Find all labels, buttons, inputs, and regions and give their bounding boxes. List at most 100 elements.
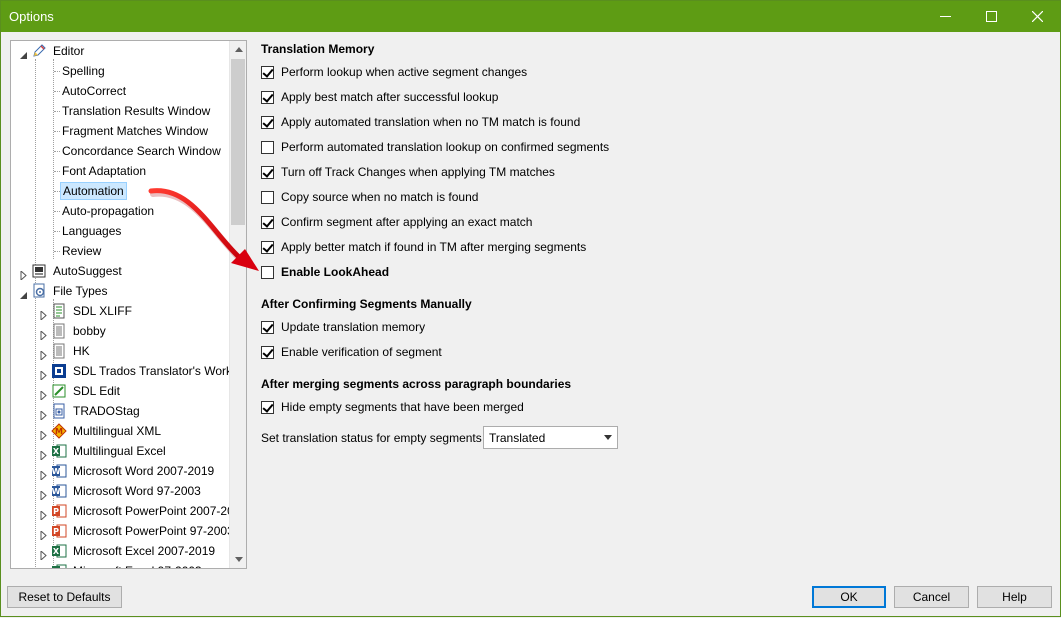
tree-item-languages[interactable]: Languages [11, 222, 229, 240]
apply-automated-translation-when-no-tm-match-is-found-checkbox[interactable] [261, 115, 274, 129]
tree-item-auto-propagation[interactable]: Auto-propagation [11, 202, 229, 220]
excel-icon: X [51, 543, 67, 559]
option-apply-automated-translation-when-no-tm-match-is-found[interactable]: Apply automated translation when no TM m… [261, 114, 580, 130]
tree-item-microsoft-excel-2007-2019[interactable]: X Microsoft Excel 2007-2019 [11, 542, 229, 562]
scroll-thumb[interactable] [231, 59, 245, 225]
tree-expand-icon[interactable] [39, 527, 48, 542]
tree-item-fragment-matches-window[interactable]: Fragment Matches Window [11, 122, 229, 140]
tree-item-microsoft-word-97-2003[interactable]: W Microsoft Word 97-2003 [11, 482, 229, 502]
copy-source-when-no-match-is-found-checkbox[interactable] [261, 190, 274, 204]
minimize-button[interactable] [922, 1, 968, 32]
tree-item-label: Review [62, 244, 102, 258]
tree-item-concordance-search-window[interactable]: Concordance Search Window [11, 142, 229, 160]
option-enable-lookahead[interactable]: Enable LookAhead [261, 264, 389, 280]
tree-item-translation-results-window[interactable]: Translation Results Window [11, 102, 229, 120]
maximize-button[interactable] [968, 1, 1014, 32]
xml-icon: M [51, 423, 67, 439]
word-icon: W [51, 483, 67, 499]
option-enable-verification-of-segment[interactable]: Enable verification of segment [261, 344, 442, 360]
enable-verification-of-segment-checkbox[interactable] [261, 345, 274, 359]
window-title: Options [9, 9, 54, 24]
scroll-up-button[interactable] [230, 41, 246, 58]
tree-expand-icon[interactable] [39, 467, 48, 482]
tree-expand-icon[interactable] [39, 507, 48, 522]
tree-item-microsoft-powerpoint-2007-20[interactable]: P Microsoft PowerPoint 2007-20 [11, 502, 229, 522]
tree-expand-icon[interactable] [39, 427, 48, 442]
tree-item-microsoft-word-2007-2019[interactable]: W Microsoft Word 2007-2019 [11, 462, 229, 482]
tree-item-microsoft-excel-97-2003[interactable]: X Microsoft Excel 97-2003 [11, 562, 229, 568]
tree-item-spelling[interactable]: Spelling [11, 62, 229, 80]
reset-defaults-button[interactable]: Reset to Defaults [7, 586, 122, 608]
enable-lookahead-checkbox[interactable] [261, 265, 274, 279]
apply-best-match-after-successful-lookup-checkbox[interactable] [261, 90, 274, 104]
tree-item-automation[interactable]: Automation [11, 182, 229, 200]
svg-text:X: X [53, 447, 60, 456]
powerpoint-icon: P [51, 503, 67, 519]
help-button[interactable]: Help [977, 586, 1052, 608]
perform-automated-translation-lookup-on-confirmed-segments-checkbox[interactable] [261, 140, 274, 154]
tree-item-review[interactable]: Review [11, 242, 229, 260]
maximize-icon [985, 11, 997, 22]
option-apply-best-match-after-successful-lookup[interactable]: Apply best match after successful lookup [261, 89, 498, 105]
update-translation-memory-checkbox[interactable] [261, 320, 274, 334]
option-perform-automated-translation-lookup-on-confirmed-segments[interactable]: Perform automated translation lookup on … [261, 139, 609, 155]
minimize-icon [939, 16, 951, 17]
tree-item-label: SDL Edit [73, 384, 120, 398]
hide-empty-segments-that-have-been-merged-checkbox[interactable] [261, 400, 274, 414]
tree-item-bobby[interactable]: bobby [11, 322, 229, 342]
tree-item-multilingual-excel[interactable]: X Multilingual Excel [11, 442, 229, 462]
tree-expand-icon[interactable] [39, 547, 48, 562]
scroll-down-button[interactable] [230, 551, 246, 568]
excel-icon: X [51, 443, 67, 459]
tree-expand-icon[interactable] [39, 347, 48, 362]
option-apply-better-match-if-found-in-tm-after-merging-segments[interactable]: Apply better match if found in TM after … [261, 239, 586, 255]
tree-expand-icon[interactable] [39, 407, 48, 422]
tree-expand-icon[interactable] [39, 327, 48, 342]
tree-expand-icon[interactable] [39, 447, 48, 462]
option-update-translation-memory[interactable]: Update translation memory [261, 319, 425, 335]
tree-item-file-types[interactable]: File Types [11, 282, 229, 300]
svg-text:M: M [55, 427, 63, 436]
option-hide-empty-segments-that-have-been-merged[interactable]: Hide empty segments that have been merge… [261, 399, 524, 415]
tree-item-sdl-edit[interactable]: SDL Edit [11, 382, 229, 402]
tree-item-hk[interactable]: HK [11, 342, 229, 362]
tree-item-microsoft-powerpoint-97-2003[interactable]: P Microsoft PowerPoint 97-2003 [11, 522, 229, 542]
powerpoint-icon: P [51, 523, 67, 539]
tree-item-editor[interactable]: Editor [11, 42, 229, 60]
chevron-down-icon [604, 435, 612, 440]
tree-item-sdl-trados-translator-s-workb[interactable]: SDL Trados Translator's Workb [11, 362, 229, 382]
tree-item-font-adaptation[interactable]: Font Adaptation [11, 162, 229, 180]
tree-item-autocorrect[interactable]: AutoCorrect [11, 82, 229, 100]
title-bar: Options [1, 1, 1060, 32]
tree-collapse-icon[interactable] [19, 287, 28, 299]
after-confirming-heading: After Confirming Segments Manually [261, 297, 472, 311]
tree-expand-icon[interactable] [39, 567, 48, 568]
apply-better-match-if-found-in-tm-after-merging-segments-checkbox[interactable] [261, 240, 274, 254]
turn-off-track-changes-when-applying-tm-matches-checkbox[interactable] [261, 165, 274, 179]
tree-expand-icon[interactable] [39, 367, 48, 382]
tree-expand-icon[interactable] [39, 307, 48, 322]
tree-item-tradostag[interactable]: TRADOStag [11, 402, 229, 422]
option-confirm-segment-after-applying-an-exact-match[interactable]: Confirm segment after applying an exact … [261, 214, 532, 230]
translation-status-select[interactable]: Translated [483, 426, 618, 449]
tree-collapse-icon[interactable] [19, 47, 28, 59]
tree-item-label: Microsoft Word 97-2003 [73, 484, 201, 498]
tree-expand-icon[interactable] [19, 267, 28, 282]
tree-item-multilingual-xml[interactable]: M Multilingual XML [11, 422, 229, 442]
option-copy-source-when-no-match-is-found[interactable]: Copy source when no match is found [261, 189, 478, 205]
confirm-segment-after-applying-an-exact-match-checkbox[interactable] [261, 215, 274, 229]
tree-scrollbar[interactable] [229, 41, 246, 568]
tree-item-autosuggest[interactable]: AutoSuggest [11, 262, 229, 282]
tree-expand-icon[interactable] [39, 387, 48, 402]
perform-lookup-when-active-segment-changes-checkbox[interactable] [261, 65, 274, 79]
ok-button[interactable]: OK [812, 586, 886, 608]
tree-expand-icon[interactable] [39, 487, 48, 502]
close-button[interactable] [1014, 1, 1060, 32]
tree-item-sdl-xliff[interactable]: SDL XLIFF [11, 302, 229, 322]
options-tree[interactable]: Editor Spelling AutoCorrect Translation Res… [10, 40, 247, 569]
cancel-button[interactable]: Cancel [894, 586, 969, 608]
tree-item-label: Microsoft PowerPoint 2007-20 [73, 504, 229, 518]
option-turn-off-track-changes-when-applying-tm-matches[interactable]: Turn off Track Changes when applying TM … [261, 164, 555, 180]
hide-empty-segments-that-have-been-merged-label: Hide empty segments that have been merge… [281, 400, 524, 414]
option-perform-lookup-when-active-segment-changes[interactable]: Perform lookup when active segment chang… [261, 64, 527, 80]
